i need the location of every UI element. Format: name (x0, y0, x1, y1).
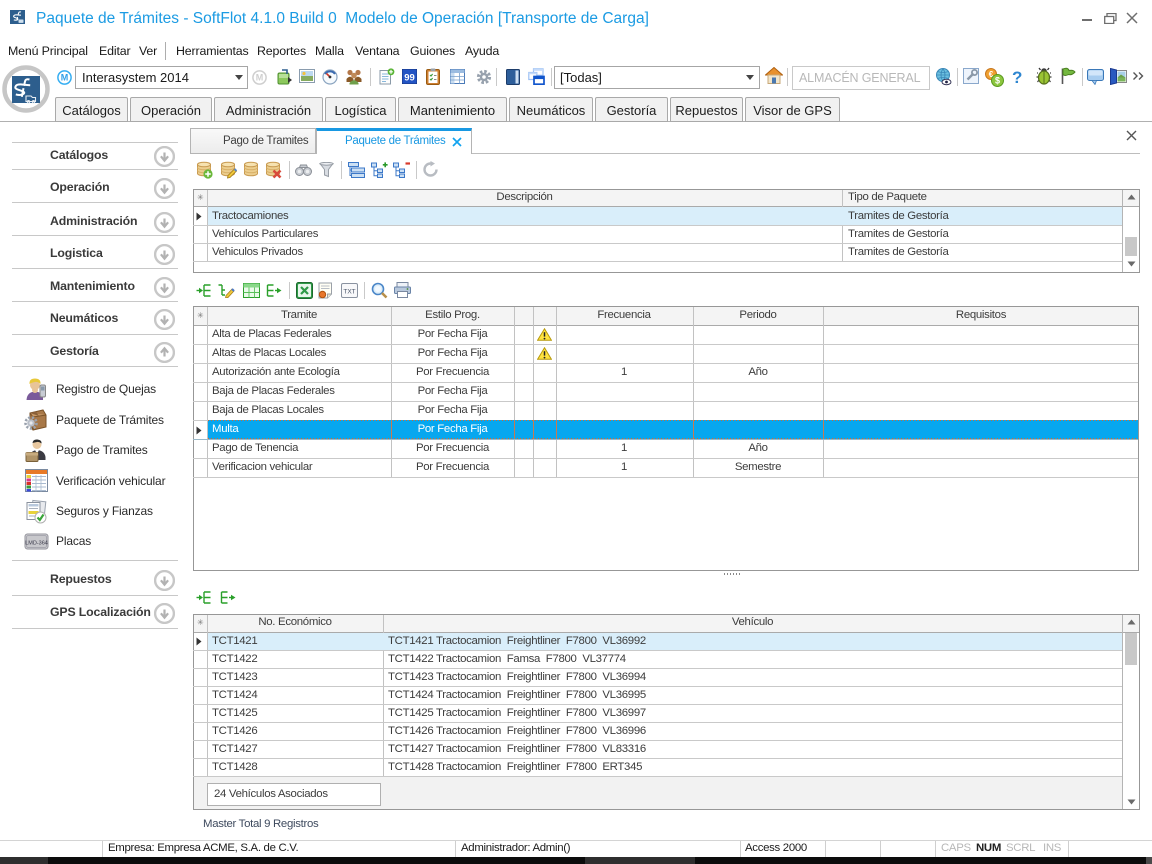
svg-text:M: M (256, 73, 264, 83)
svg-text:M: M (61, 73, 69, 83)
svg-text:$: $ (995, 76, 1000, 86)
svg-text:TXT: TXT (343, 289, 355, 296)
svg-text:99: 99 (404, 72, 415, 83)
svg-text:LMD-364: LMD-364 (25, 540, 48, 546)
